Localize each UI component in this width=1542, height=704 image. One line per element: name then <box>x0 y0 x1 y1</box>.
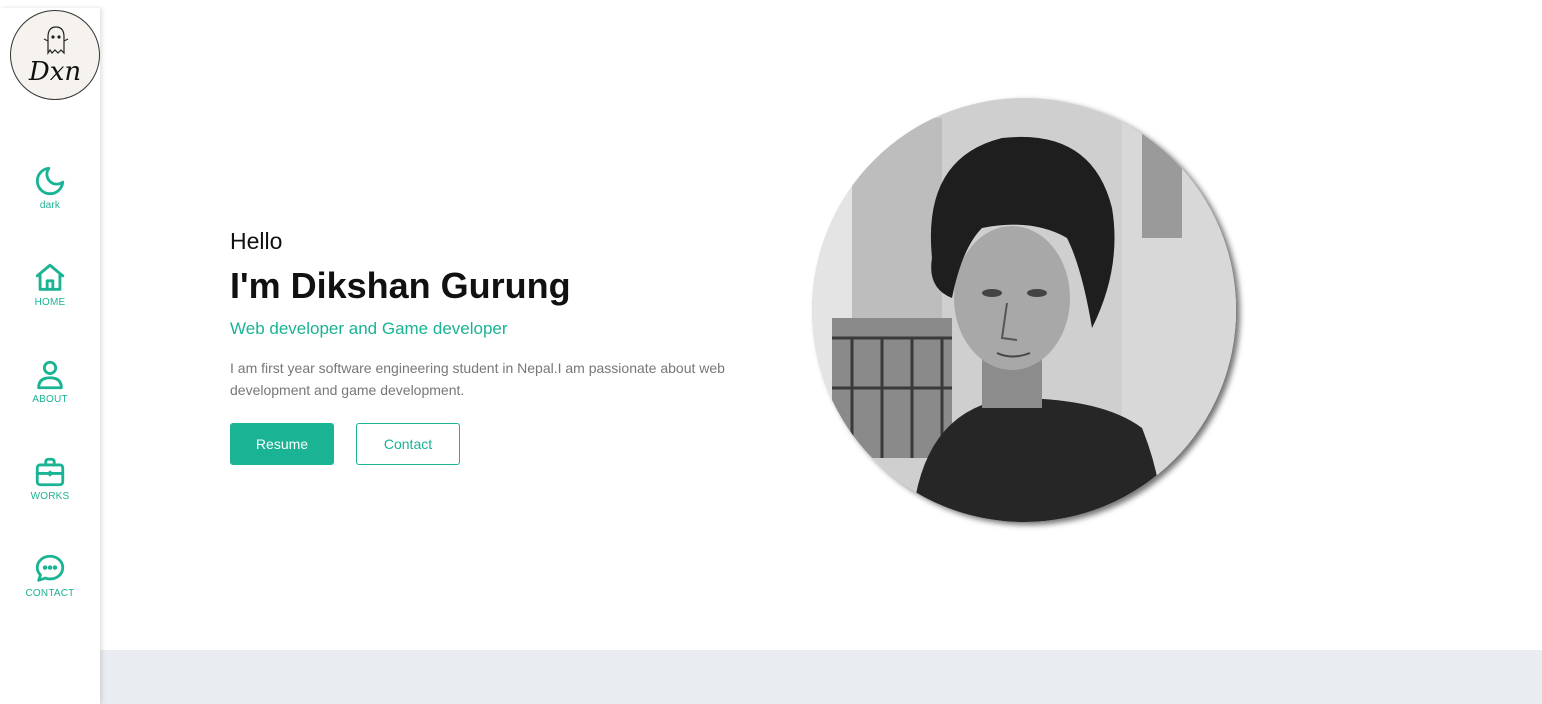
nav-label-works: WORKS <box>30 491 70 502</box>
greeting: Hello <box>230 228 283 254</box>
sidebar-item-home[interactable]: HOME <box>0 261 100 308</box>
nav-label-dark: dark <box>39 200 61 211</box>
sidebar-item-about[interactable]: ABOUT <box>0 358 100 405</box>
sidebar-item-contact[interactable]: CONTACT <box>0 552 100 599</box>
hero-role: Web developer and Game developer <box>230 319 508 338</box>
logo[interactable]: Dxn <box>10 10 100 100</box>
briefcase-icon <box>35 457 65 487</box>
theme-toggle-dark[interactable]: dark <box>0 164 100 211</box>
contact-button[interactable]: Contact <box>356 423 460 465</box>
sidebar: Dxn dark HOME ABOUT WORKS CONTACT <box>0 8 100 704</box>
moon-icon <box>35 166 65 196</box>
hero-bio: I am first year software engineering stu… <box>230 360 725 398</box>
resume-button[interactable]: Resume <box>230 423 334 465</box>
chat-icon <box>35 554 65 582</box>
hero-section: Hello I'm Dikshan Gurung Web developer a… <box>230 228 790 465</box>
logo-text: Dxn <box>28 57 82 87</box>
ghost-icon <box>43 26 69 55</box>
footer-band <box>0 650 1542 704</box>
hero-buttons: Resume Contact <box>230 423 790 465</box>
nav-label-about: ABOUT <box>32 394 68 405</box>
portrait-illustration <box>812 98 1236 522</box>
nav-label-contact: CONTACT <box>25 588 75 599</box>
nav-label-home: HOME <box>34 297 66 308</box>
user-icon <box>37 360 63 390</box>
profile-photo <box>812 98 1236 522</box>
sidebar-item-works[interactable]: WORKS <box>0 455 100 502</box>
hero-name: I'm Dikshan Gurung <box>230 265 571 306</box>
home-icon <box>35 263 65 291</box>
